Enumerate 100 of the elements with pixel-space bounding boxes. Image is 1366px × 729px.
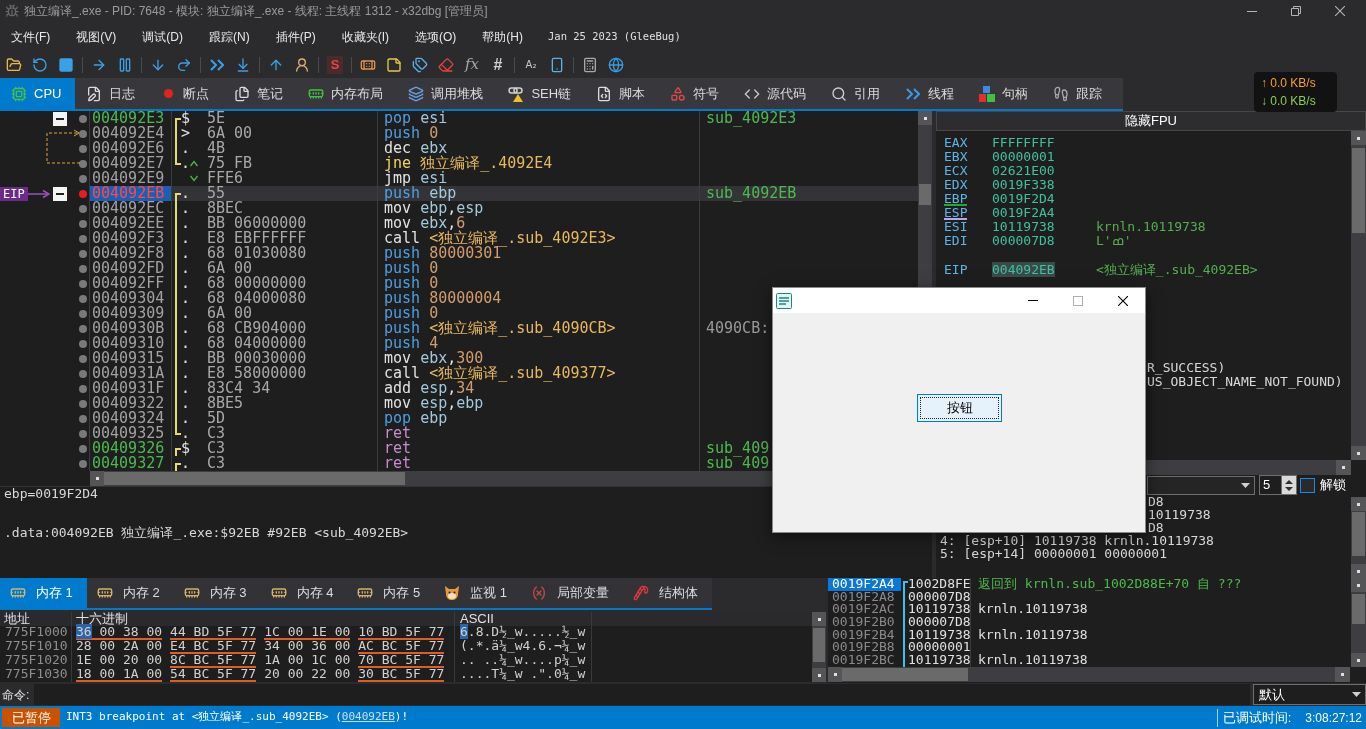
tab[interactable]: 断点 [149,78,224,109]
unlock-checkbox[interactable] [1300,477,1315,493]
tab[interactable]: 内存布局 [297,78,398,109]
scroll-button[interactable] [918,111,932,125]
scroll-button[interactable] [1351,497,1366,511]
scroll-button[interactable] [1351,564,1366,578]
scroll-button[interactable] [828,667,842,682]
scroll-button[interactable] [1351,446,1366,460]
register-value[interactable]: 00000001 [992,149,1055,164]
circular-arrow-icon[interactable] [32,56,48,73]
register-name: ESP [944,206,968,218]
scroll-button[interactable] [1351,131,1366,145]
menu-item[interactable]: 收藏夹(I) [328,27,402,46]
tab[interactable]: 符号 [659,78,734,109]
person-icon[interactable] [294,56,310,73]
down-arrow-line-icon[interactable] [235,56,251,73]
stack-address: 0019F2A8 [831,590,896,604]
register-value[interactable]: 000007D8 [992,233,1055,248]
scroll-button[interactable] [1335,667,1350,682]
register-value[interactable]: 0019F2D4 [992,191,1055,206]
instruction-bytes: BB 00030000 [207,349,307,367]
tab[interactable]: 日志 [75,78,150,109]
scrollbar-thumb[interactable] [1352,148,1365,233]
scroll-button[interactable] [1351,578,1366,592]
scroll-button[interactable] [812,612,826,626]
register-name: EDI [944,234,968,246]
tab[interactable]: 线程 [894,78,969,109]
register-value[interactable]: 10119738 [992,219,1055,234]
scrollbar-thumb[interactable] [842,668,968,681]
spin-button[interactable] [1281,475,1297,495]
tab[interactable]: CPU [0,78,76,109]
fpu-toggle-button[interactable]: 隐藏FPU [936,111,1366,131]
tab[interactable]: 内存 2 [86,578,174,608]
scrollbar-thumb[interactable] [104,472,405,485]
tab[interactable]: 句柄 [968,78,1043,109]
font-size-button[interactable]: A₂ [525,57,537,72]
address-cell: 004092F8 [90,246,172,261]
mode-dropdown[interactable]: 默认 [1253,684,1366,705]
register-value[interactable]: 0019F338 [992,177,1055,192]
globe-icon[interactable] [608,56,624,73]
double-chevron-icon[interactable] [210,58,224,71]
eraser-icon[interactable] [438,56,454,73]
hex-bytes: 36 00 38 00 [76,626,163,640]
curved-arrow-icon[interactable] [176,56,192,73]
scrollbar-thumb[interactable] [813,628,825,662]
register-value[interactable]: FFFFFFFF [992,135,1055,150]
menu-item[interactable]: 帮助(H) [469,27,536,46]
tab[interactable]: SEH链 [497,78,586,109]
tab[interactable]: 内存 3 [173,578,261,608]
menu-item[interactable]: 选项(O) [402,27,470,46]
address-cell: 004092E7 [90,156,172,171]
scrollbar-thumb[interactable] [1352,594,1365,624]
register-value[interactable]: 0019F2A4 [992,205,1055,220]
push-button[interactable]: 按钮 [917,394,1002,422]
tab[interactable]: 笔记 [223,78,298,109]
stack-value: 000007D8 [908,588,971,604]
tab[interactable]: 局部变量 [521,578,624,608]
tags-icon[interactable] [412,56,428,73]
tab[interactable]: 结构体 [623,578,713,608]
pause-icon[interactable] [117,56,133,73]
register-value[interactable]: 004092EB [992,262,1055,277]
tab[interactable]: 内存 5 [347,578,435,608]
fx-button[interactable]: fx [465,53,479,76]
menu-item[interactable]: 视图(V) [63,27,130,46]
scroll-button[interactable] [90,471,104,486]
scroll-button[interactable] [1351,653,1366,667]
tab[interactable]: 调用堆栈 [397,78,498,109]
tab[interactable]: 内存 1 [0,578,87,608]
scroll-button[interactable] [1336,460,1351,475]
menu-item[interactable]: 插件(P) [262,27,329,46]
collapse-icon[interactable] [53,111,67,126]
menu-item[interactable]: 文件(F) [0,27,64,46]
scroll-button[interactable] [812,668,826,682]
scrollbar-thumb[interactable] [1352,512,1365,556]
address-cell: 775F1000 [0,626,72,640]
phone-icon[interactable] [549,56,565,73]
tab[interactable]: 源代码 [733,78,821,109]
register-value[interactable]: 02621E00 [992,163,1055,178]
hash-button[interactable]: # [493,52,503,77]
tab[interactable]: 内存 4 [260,578,348,608]
menu-item[interactable]: 调试(D) [129,27,196,46]
tab[interactable]: 监视 1 [434,578,522,608]
tab[interactable]: 跟踪 [1042,78,1117,109]
folder-icon[interactable] [6,56,22,73]
square-icon[interactable] [58,56,74,73]
stack-comment: krnln.10119738 [977,628,1088,642]
dropdown[interactable] [1147,475,1255,495]
comment-text: 4090CB: [706,319,770,337]
tab[interactable]: 引用 [820,78,895,109]
stack-address: 0019F2A4 [828,578,901,591]
number-field[interactable]: 5 [1259,475,1281,495]
scrollbar-thumb[interactable] [919,184,931,205]
tab[interactable]: 脚本 [585,78,660,109]
menu-item[interactable]: 跟踪(N) [196,27,263,46]
collapse-icon[interactable] [53,186,67,201]
command-field[interactable] [34,684,1250,705]
register-comment: <独立编译_.sub_4092EB> [1096,263,1258,277]
note-icon[interactable] [386,56,402,73]
command-label: 命令: [1,686,31,704]
calculator-icon[interactable] [582,56,598,73]
